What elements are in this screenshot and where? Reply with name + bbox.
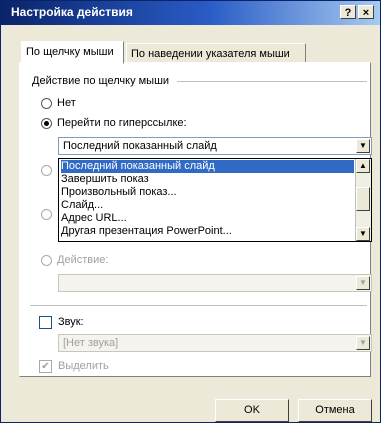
dialog-title: Настройка действия: [11, 5, 133, 19]
tab-on-click[interactable]: По щелчку мыши: [21, 41, 124, 64]
group-label: Действие по щелчку мыши: [30, 75, 172, 87]
close-button[interactable]: ×: [358, 5, 374, 19]
radio-run-macro[interactable]: [41, 209, 52, 220]
group-divider: [177, 81, 367, 82]
radio-run-program[interactable]: [41, 165, 52, 176]
highlight-label: Выделить: [58, 360, 109, 372]
action-settings-dialog: Настройка действия ? × По щелчку мыши По…: [0, 0, 381, 423]
scroll-thumb[interactable]: [356, 187, 370, 211]
chevron-down-icon[interactable]: ▼: [356, 139, 370, 153]
dropdown-item[interactable]: Завершить показ: [61, 173, 149, 186]
dropdown-item[interactable]: Слайд...: [61, 199, 103, 212]
dropdown-item[interactable]: Другая презентация PowerPoint...: [61, 225, 232, 238]
radio-action[interactable]: [41, 255, 52, 266]
sound-select[interactable]: [Нет звука] ▼: [58, 334, 372, 352]
cancel-button[interactable]: Отмена: [298, 399, 372, 422]
sound-select-value: [Нет звука]: [63, 337, 119, 349]
radio-hyperlink[interactable]: [41, 118, 52, 129]
sound-label: Звук:: [58, 316, 84, 328]
dropdown-item[interactable]: Произвольный показ...: [61, 186, 177, 199]
highlight-checkbox[interactable]: ✔: [39, 360, 52, 373]
action-select[interactable]: ▼: [58, 274, 372, 292]
dropdown-scrollbar[interactable]: ▲ ▼: [355, 159, 371, 241]
radio-none-label: Нет: [57, 97, 76, 109]
scroll-down-icon[interactable]: ▼: [356, 227, 370, 241]
help-button[interactable]: ?: [340, 5, 356, 19]
radio-action-label: Действие:: [57, 254, 109, 266]
chevron-down-icon[interactable]: ▼: [356, 276, 370, 290]
radio-hyperlink-label: Перейти по гиперссылке:: [57, 117, 187, 129]
radio-none[interactable]: [41, 98, 52, 109]
hyperlink-dropdown-list[interactable]: Последний показанный слайд Завершить пок…: [58, 158, 372, 242]
scroll-up-icon[interactable]: ▲: [356, 159, 370, 173]
title-bar[interactable]: Настройка действия ? ×: [1, 1, 380, 25]
chevron-down-icon[interactable]: ▼: [356, 336, 370, 350]
dropdown-item[interactable]: Адрес URL...: [61, 212, 127, 225]
sound-checkbox[interactable]: [39, 316, 52, 329]
dropdown-item[interactable]: Последний показанный слайд: [61, 160, 354, 173]
ok-button[interactable]: OK: [215, 399, 289, 422]
hyperlink-select-value: Последний показанный слайд: [63, 140, 217, 152]
tab-on-hover[interactable]: По наведении указателя мыши: [126, 43, 306, 63]
section-divider: [30, 305, 367, 306]
hyperlink-select[interactable]: Последний показанный слайд ▼: [58, 137, 372, 155]
